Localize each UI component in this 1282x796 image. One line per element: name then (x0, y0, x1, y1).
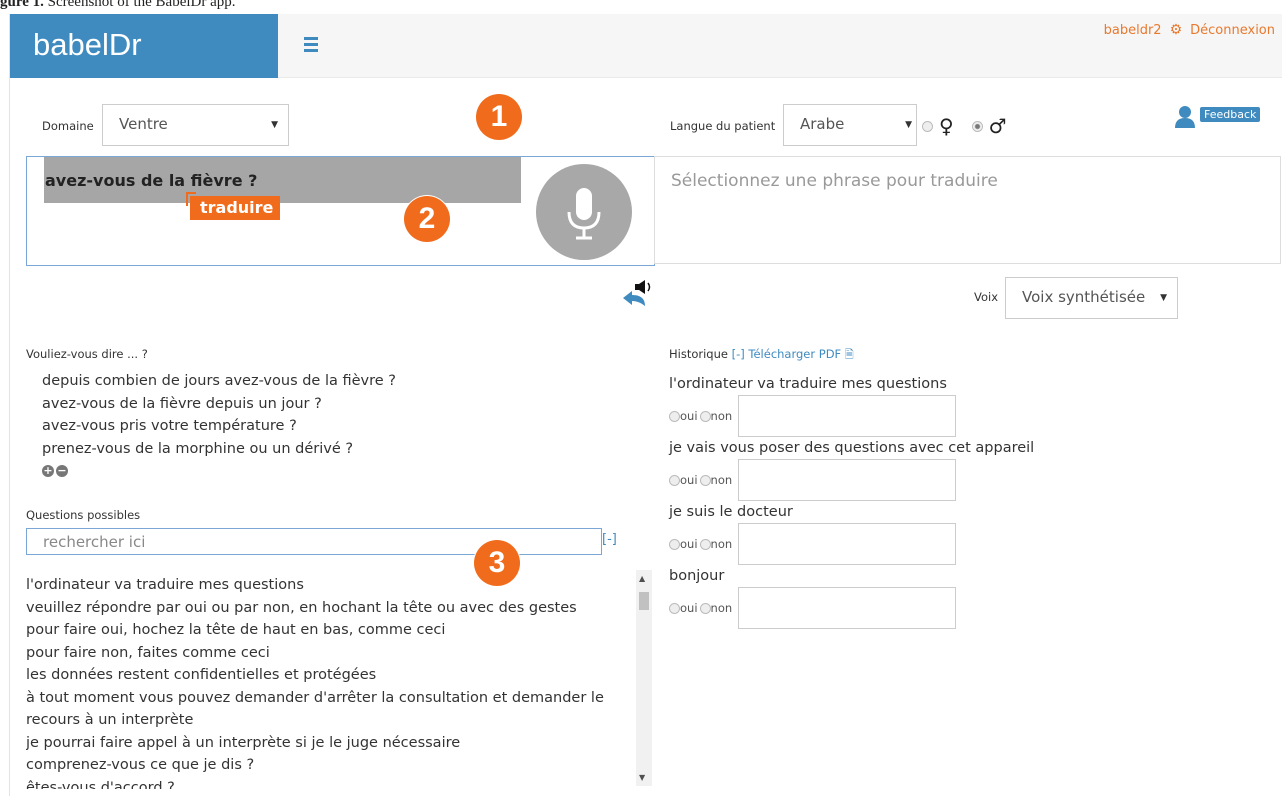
history-item: l'ordinateur va traduire mes questions o… (669, 373, 1034, 437)
yes-label: oui (680, 537, 698, 551)
question-item[interactable]: comprenez-vous ce que je dis ? (26, 754, 628, 777)
question-item[interactable]: je pourrai faire appel à un interprète s… (26, 732, 628, 755)
brand-logo[interactable]: babelDr (10, 14, 278, 78)
domain-select[interactable]: Ventre ▼ (102, 104, 289, 146)
no-radio[interactable] (699, 474, 711, 486)
questions-scrollbar[interactable]: ▲ ▼ (636, 570, 652, 786)
yes-radio[interactable] (669, 474, 680, 486)
no-radio[interactable] (699, 602, 711, 614)
questions-title: Questions possibles (26, 508, 141, 522)
male-radio[interactable] (971, 120, 983, 132)
question-item[interactable]: les données restent confidentielles et p… (26, 664, 628, 687)
plus-circle-icon[interactable]: + (42, 465, 54, 477)
collapse-history-toggle[interactable]: [-] (732, 347, 745, 361)
suggestion-item[interactable]: prenez-vous de la morphine ou un dérivé … (42, 438, 396, 461)
microphone-button[interactable] (536, 164, 632, 260)
question-item[interactable]: à tout moment vous pouvez demander d'arr… (26, 687, 628, 732)
callout-badge-2: 2 (404, 196, 450, 242)
no-label: non (710, 409, 733, 423)
download-pdf-link[interactable]: Télécharger PDF (748, 347, 841, 361)
navbar: babelDr babeldr2 ⚙ Déconnexion (10, 14, 1282, 78)
history-header: Historique [-] Télécharger PDF 🗎 (669, 347, 854, 361)
question-item[interactable]: l'ordinateur va traduire mes questions (26, 574, 628, 597)
scroll-up-icon[interactable]: ▲ (639, 574, 645, 583)
pdf-icon[interactable]: 🗎 (845, 348, 854, 361)
logout-link[interactable]: Déconnexion (1190, 23, 1275, 38)
suggestions-title: Vouliez-vous dire ... ? (26, 347, 148, 361)
app-window: babelDr babeldr2 ⚙ Déconnexion Domaine V… (9, 14, 1282, 796)
no-label: non (710, 473, 733, 487)
gear-icon[interactable]: ⚙ (1170, 22, 1183, 38)
history-phrase: je suis le docteur (669, 504, 793, 520)
yes-radio[interactable] (669, 410, 680, 422)
yes-label: oui (680, 409, 698, 423)
history-phrase: je vais vous poser des questions avec ce… (669, 440, 1035, 456)
patient-language-select[interactable]: Arabe ▼ (783, 104, 917, 146)
history-panel: Historique [-] Télécharger PDF 🗎 l'ordin… (669, 346, 1034, 629)
answer-input[interactable] (738, 523, 957, 565)
questions-list: l'ordinateur va traduire mes questions v… (26, 574, 628, 789)
translation-output: Sélectionnez une phrase pour traduire (654, 156, 1281, 264)
yes-radio[interactable] (669, 538, 680, 550)
no-radio[interactable] (699, 410, 711, 422)
translate-button[interactable]: traduire (185, 192, 281, 220)
question-item[interactable]: pour faire non, faites comme ceci (26, 642, 628, 665)
scroll-thumb[interactable] (639, 592, 649, 610)
domain-label: Domaine (42, 119, 94, 133)
answer-input[interactable] (738, 395, 957, 437)
user-bar: babeldr2 ⚙ Déconnexion (1104, 22, 1275, 38)
suggestion-item[interactable]: avez-vous pris votre température ? (42, 415, 396, 438)
recognized-phrase: avez-vous de la fièvre ? (45, 171, 258, 190)
caret-down-icon: ▼ (1160, 293, 1167, 303)
voice-select[interactable]: Voix synthétisée ▼ (1005, 277, 1178, 319)
menu-icon[interactable] (304, 37, 318, 55)
feedback-label: Feedback (1200, 107, 1261, 122)
history-item: je vais vous poser des questions avec ce… (669, 437, 1034, 501)
yes-radio[interactable] (669, 602, 680, 614)
caret-down-icon: ▼ (905, 120, 912, 130)
no-label: non (710, 537, 733, 551)
figure-caption: gure 1. Screenshot of the BabelDr app. (0, 0, 236, 10)
feedback-button[interactable]: Feedback (1175, 104, 1271, 134)
suggestions-list: depuis combien de jours avez-vous de la … (42, 370, 396, 483)
recognition-box[interactable]: avez-vous de la fièvre ? traduire (26, 156, 655, 266)
minus-circle-icon[interactable]: − (56, 465, 68, 477)
patient-language-label: Langue du patient (670, 119, 776, 133)
replay-audio-button[interactable] (623, 280, 655, 312)
question-item[interactable]: pour faire oui, hochez la tête de haut e… (26, 619, 628, 642)
voice-label: Voix (974, 290, 999, 304)
female-icon: ♀ (939, 114, 954, 138)
speaker-replay-icon (623, 280, 651, 306)
female-radio[interactable] (922, 120, 933, 132)
suggestion-item[interactable]: depuis combien de jours avez-vous de la … (42, 370, 396, 393)
yes-label: oui (680, 601, 698, 615)
yes-label: oui (680, 473, 698, 487)
suggestion-item[interactable]: avez-vous de la fièvre depuis un jour ? (42, 393, 396, 416)
answer-input[interactable] (738, 459, 957, 501)
male-icon: ♂ (988, 114, 1007, 138)
history-item: je suis le docteur oui non (669, 501, 1034, 565)
history-phrase: l'ordinateur va traduire mes questions (669, 376, 947, 392)
gender-selector: ♀ ♂ (922, 114, 1007, 138)
answer-input[interactable] (738, 587, 957, 629)
caret-down-icon: ▼ (271, 120, 278, 130)
question-item[interactable]: veuillez répondre par oui ou par non, en… (26, 597, 628, 620)
collapse-questions-toggle[interactable]: [-] (602, 532, 617, 547)
question-item[interactable]: êtes-vous d'accord ? (26, 777, 628, 790)
callout-badge-1: 1 (476, 94, 522, 140)
scroll-down-icon[interactable]: ▼ (639, 773, 645, 782)
history-item: bonjour oui non (669, 565, 1034, 629)
microphone-icon (567, 188, 601, 240)
no-radio[interactable] (699, 538, 711, 550)
history-phrase: bonjour (669, 568, 725, 584)
username-link[interactable]: babeldr2 (1104, 23, 1162, 38)
no-label: non (710, 601, 733, 615)
